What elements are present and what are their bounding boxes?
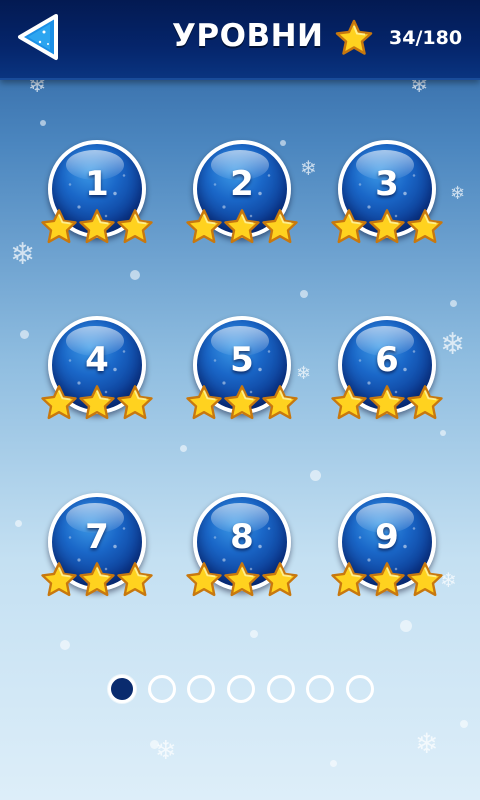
- level-stars: [185, 384, 299, 424]
- star-icon: [185, 561, 223, 599]
- level-button-7[interactable]: 7: [40, 493, 154, 605]
- level-number: 5: [230, 340, 254, 380]
- back-arrow-icon: [18, 14, 58, 60]
- star-icon: [78, 561, 116, 599]
- level-number: 2: [230, 164, 254, 204]
- star-icon: [223, 384, 261, 422]
- star-icon: [40, 561, 78, 599]
- level-button-1[interactable]: 1: [40, 140, 154, 252]
- level-stars: [40, 384, 154, 424]
- level-stars: [40, 208, 154, 248]
- level-stars: [330, 208, 444, 248]
- level-button-8[interactable]: 8: [185, 493, 299, 605]
- level-number: 4: [85, 340, 109, 380]
- star-icon: [368, 561, 406, 599]
- back-button[interactable]: [14, 12, 60, 62]
- level-number: 1: [85, 164, 109, 204]
- level-number: 6: [375, 340, 399, 380]
- star-icon: [330, 384, 368, 422]
- level-number: 7: [85, 517, 109, 557]
- star-icon: [406, 208, 444, 246]
- star-icon: [78, 208, 116, 246]
- page-dot-3[interactable]: [187, 675, 216, 703]
- star-icon: [223, 208, 261, 246]
- level-button-5[interactable]: 5: [185, 316, 299, 428]
- level-stars: [185, 561, 299, 601]
- star-icon: [116, 561, 154, 599]
- star-icon: [261, 208, 299, 246]
- page-dot-2[interactable]: [147, 675, 176, 703]
- page-indicator: [108, 675, 374, 705]
- level-stars: [185, 208, 299, 248]
- level-number: 9: [375, 517, 399, 557]
- page-dot-5[interactable]: [266, 675, 295, 703]
- star-icon: [406, 384, 444, 422]
- star-icon: [223, 561, 261, 599]
- page-dot-1[interactable]: [108, 675, 136, 703]
- star-icon: [261, 384, 299, 422]
- screen-title: УРОВНИ: [172, 18, 324, 54]
- star-icon: [330, 208, 368, 246]
- star-icon: [185, 208, 223, 246]
- star-icon: [78, 384, 116, 422]
- top-bar: УРОВНИ 34/180: [0, 0, 480, 80]
- level-button-6[interactable]: 6: [330, 316, 444, 428]
- star-icon: [40, 208, 78, 246]
- star-icon: [185, 384, 223, 422]
- star-icon: [368, 384, 406, 422]
- star-icon: [406, 561, 444, 599]
- level-button-2[interactable]: 2: [185, 140, 299, 252]
- level-button-3[interactable]: 3: [330, 140, 444, 252]
- level-button-4[interactable]: 4: [40, 316, 154, 428]
- level-number: 3: [375, 164, 399, 204]
- page-dot-4[interactable]: [226, 675, 255, 703]
- star-icon: [335, 19, 373, 55]
- star-icon: [40, 384, 78, 422]
- level-stars: [330, 384, 444, 424]
- star-icon: [116, 384, 154, 422]
- level-button-9[interactable]: 9: [330, 493, 444, 605]
- page-dot-7[interactable]: [345, 675, 374, 703]
- star-score: 34/180: [389, 27, 463, 49]
- page-dot-6[interactable]: [306, 675, 335, 703]
- level-number: 8: [230, 517, 254, 557]
- star-icon: [330, 561, 368, 599]
- star-icon: [116, 208, 154, 246]
- star-icon: [368, 208, 406, 246]
- star-icon: [261, 561, 299, 599]
- level-stars: [330, 561, 444, 601]
- level-stars: [40, 561, 154, 601]
